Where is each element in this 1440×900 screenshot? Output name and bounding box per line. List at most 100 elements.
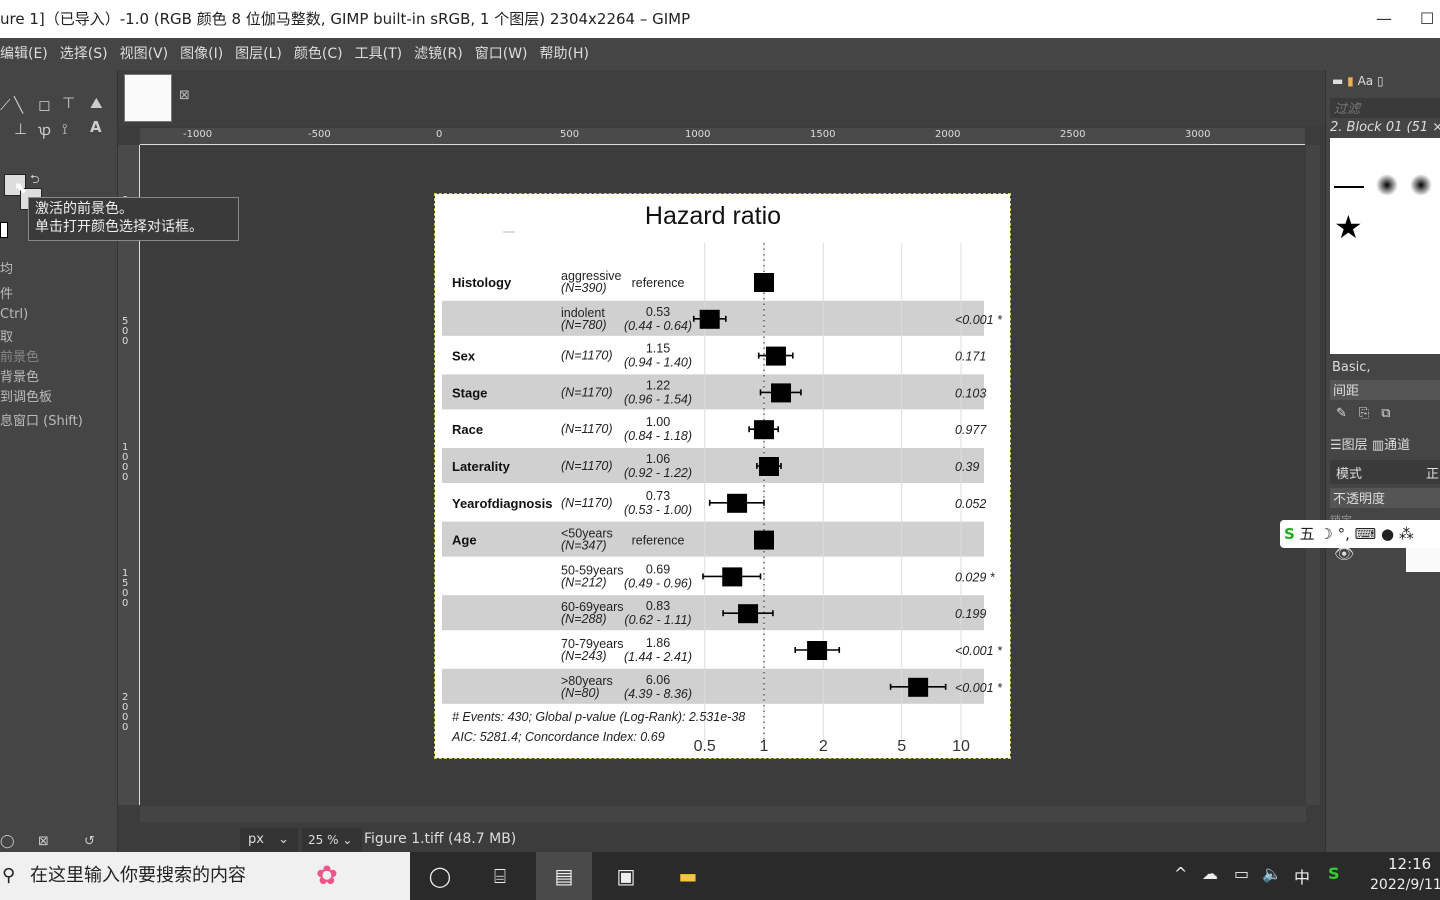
volume-icon[interactable]: 🔈 (1262, 864, 1282, 883)
sogou-tray-icon[interactable]: S (1328, 864, 1340, 883)
text-tool-icon[interactable]: A (90, 118, 102, 136)
crop-tool-icon[interactable]: ◻ (38, 96, 50, 114)
tab-layers[interactable]: ☰图层 (1330, 438, 1368, 453)
tooltip: 激活的前景色。 单击打开颜色选择对话框。 (28, 197, 239, 241)
vertical-scrollbar[interactable] (1306, 145, 1320, 805)
ime-toolbar[interactable]: S 五 ☽ °, ⌨ ● ⁂ (1280, 520, 1440, 548)
n-label: (N=1170) (561, 496, 613, 510)
unit-value: px (248, 832, 264, 847)
p-value: <0.001 * (955, 681, 1003, 695)
fuzzy-brush-icon[interactable] (1410, 174, 1432, 196)
ci-label: (0.94 - 1.40) (624, 356, 692, 370)
variable-label: Race (452, 422, 483, 437)
network-icon[interactable]: ▭ (1234, 864, 1249, 883)
n-label: (N=80) (561, 686, 600, 700)
paths-tool-icon[interactable]: ╲ (14, 96, 23, 114)
hr-label: 1.22 (646, 378, 670, 392)
menu-filters[interactable]: 滤镜(R) (414, 46, 463, 62)
bucket-fill-tool-icon[interactable]: ⛰ (90, 94, 103, 112)
save-options-icon[interactable]: ◯ (0, 834, 15, 849)
color-indicator (0, 222, 8, 238)
maximize-button[interactable]: ☐ (1420, 0, 1434, 38)
transform-tool-icon[interactable]: ⊤ (62, 94, 75, 112)
menu-colors[interactable]: 颜色(C) (294, 46, 343, 62)
hr-marker (807, 641, 828, 660)
ruler-label: 0 (436, 129, 443, 140)
brush-actions[interactable]: ✎⎘⧉ (1336, 406, 1403, 421)
image-canvas[interactable]: Hazard ratio Histology aggressive (N=390) r… (434, 193, 1011, 759)
brush-grid[interactable]: ★ (1330, 138, 1440, 354)
ruler-label: 2000 (935, 129, 961, 140)
task-view-icon[interactable]: ⌸ (472, 852, 528, 900)
tray-expand-icon[interactable]: ^ (1174, 864, 1187, 883)
menu-tools[interactable]: 工具(T) (355, 46, 402, 62)
menu-view[interactable]: 视图(V) (120, 46, 169, 62)
ci-label: (1.44 - 2.41) (624, 650, 692, 664)
horizontal-scrollbar[interactable] (140, 806, 1306, 822)
brush-name: 2. Block 01 (51 × (1330, 120, 1440, 135)
ime-indicator[interactable]: 中 (1294, 864, 1310, 888)
menu-image[interactable]: 图像(I) (180, 46, 223, 62)
ruler-label: 500 (122, 316, 129, 347)
fuzzy-select-tool-icon[interactable]: ⟋ (0, 96, 11, 114)
opacity-slider[interactable]: 不透明度 (1330, 488, 1440, 508)
mode-select[interactable]: 模式 正 (1330, 460, 1440, 484)
menu-windows[interactable]: 窗口(W) (475, 46, 528, 62)
x-tick-label: 1 (760, 738, 769, 755)
reset-options-icon[interactable]: ↺ (84, 834, 95, 849)
p-value: 0.199 (955, 607, 986, 621)
delete-options-icon[interactable]: ⊠ (38, 834, 49, 849)
n-label: (N=1170) (561, 422, 613, 436)
smudge-tool-icon[interactable]: ꝕ (38, 120, 51, 140)
swap-colors-icon[interactable]: ⮌ (30, 170, 40, 191)
forest-plot: Hazard ratio Histology aggressive(N=390) r… (442, 202, 1003, 755)
video-app-icon[interactable]: ▣ (598, 852, 654, 900)
ruler-label: 2000 (122, 692, 129, 733)
clock-date[interactable]: 2022/9/11 (1370, 877, 1440, 893)
p-value: 0.39 (955, 460, 979, 474)
hr-marker (908, 677, 929, 697)
onedrive-icon[interactable]: ☁ (1202, 864, 1218, 883)
n-label: (N=1170) (561, 385, 613, 399)
tool-option-text: 件 (0, 287, 14, 302)
minimize-button[interactable]: — (1376, 0, 1392, 38)
brushes-tab-icon[interactable]: ▬ ▮ Aa ▯ (1332, 74, 1384, 88)
clock-time[interactable]: 12:16 (1388, 855, 1431, 873)
brush-filter-input[interactable]: 过滤 (1330, 98, 1440, 118)
hr-marker (754, 420, 774, 440)
unit-select[interactable]: px ⌄ (240, 828, 298, 852)
star-brush-icon[interactable]: ★ (1334, 208, 1363, 246)
taskbar-search[interactable]: ⚲ 在这里输入你要搜索的内容 ✿ (0, 852, 410, 900)
image-tab-thumbnail[interactable] (124, 74, 172, 122)
zoom-select[interactable]: 25 % ⌄ (302, 828, 362, 852)
fuzzy-brush-icon[interactable] (1376, 174, 1398, 196)
file-explorer-icon[interactable]: ▬ (660, 852, 716, 900)
close-tab-icon[interactable]: ⊠ (179, 88, 190, 103)
spacing-slider[interactable]: 间距 (1330, 380, 1440, 400)
tab-channels[interactable]: ▥通道 (1372, 438, 1410, 453)
mode-value: 正 (1426, 467, 1440, 482)
hr-marker (727, 493, 748, 513)
horizontal-ruler[interactable]: -1000 -500 0 500 1000 1500 2000 2500 300… (140, 128, 1305, 145)
cortana-icon[interactable]: ◯ (412, 852, 468, 900)
x-tick-label: 0.5 (694, 738, 716, 755)
clone-tool-icon[interactable]: ⊥ (14, 120, 27, 138)
menu-help[interactable]: 帮助(H) (540, 46, 589, 62)
menu-edit[interactable]: 编辑(E) (0, 46, 48, 62)
ci-label: (0.53 - 1.00) (624, 503, 692, 517)
tool-option-text: 取 (0, 330, 14, 345)
window-title: ure 1]（已导入）-1.0 (RGB 颜色 8 位伽马整数, GIMP bu… (0, 10, 691, 28)
ci-label: (0.84 - 1.18) (624, 429, 692, 443)
tooltip-line: 单击打开颜色选择对话框。 (35, 219, 203, 235)
tool-option-text: Ctrl) (0, 307, 29, 322)
line-brush-icon[interactable] (1334, 186, 1364, 188)
menu-select[interactable]: 选择(S) (60, 46, 108, 62)
menu-layer[interactable]: 图层(L) (235, 46, 282, 62)
layer-thumbnail[interactable] (1406, 544, 1440, 572)
hr-marker (722, 567, 743, 587)
ci-label: (0.62 - 1.11) (624, 613, 691, 627)
tool-option-text: 均 (0, 262, 14, 277)
vertical-ruler[interactable]: 0 500 1000 1500 2000 (118, 145, 140, 805)
measure-tool-icon[interactable]: ⟟ (62, 120, 68, 138)
gimp-taskbar-icon[interactable]: ▤ (536, 852, 592, 900)
